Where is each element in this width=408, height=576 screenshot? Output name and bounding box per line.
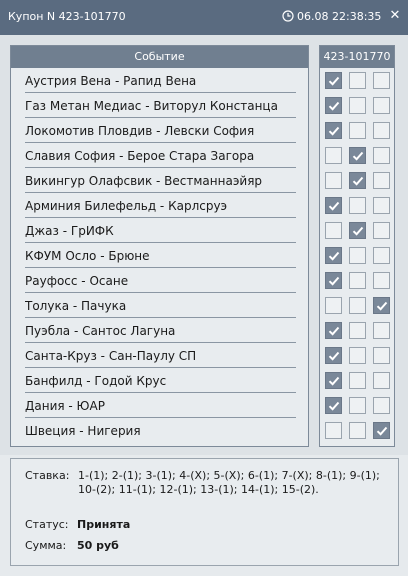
clock-icon — [282, 10, 294, 22]
checkbox-checked[interactable] — [325, 347, 342, 364]
checkbox[interactable] — [373, 372, 390, 389]
checkbox[interactable] — [373, 72, 390, 89]
coupon-row — [320, 243, 394, 268]
coupon-row — [320, 343, 394, 368]
coupon-row — [320, 68, 394, 93]
coupon-row — [320, 418, 394, 443]
event-row: Газ Метан Медиас - Виторул Констанца — [25, 93, 296, 118]
coupon-row — [320, 93, 394, 118]
checkbox[interactable] — [373, 222, 390, 239]
datetime-label: 06.08 22:38:35 — [297, 10, 382, 23]
checkbox-checked[interactable] — [325, 72, 342, 89]
checkbox[interactable] — [373, 247, 390, 264]
event-row: Банфилд - Годой Крус — [25, 368, 296, 393]
checkbox[interactable] — [373, 147, 390, 164]
coupon-row — [320, 393, 394, 418]
checkbox-checked[interactable] — [325, 372, 342, 389]
checkbox-checked[interactable] — [325, 197, 342, 214]
events-list: Аустрия Вена - Рапид Вена Газ Метан Медиа… — [11, 68, 308, 443]
checkbox[interactable] — [373, 347, 390, 364]
checkbox[interactable] — [373, 397, 390, 414]
stake-label: Ставка: — [25, 469, 70, 482]
event-row: Рауфосс - Осане — [25, 268, 296, 293]
checkbox-checked[interactable] — [373, 297, 390, 314]
coupon-row — [320, 293, 394, 318]
checkbox[interactable] — [349, 372, 366, 389]
checkbox-checked[interactable] — [373, 422, 390, 439]
checkbox[interactable] — [325, 172, 342, 189]
sum-value: 50 руб — [77, 539, 119, 552]
checkbox[interactable] — [373, 172, 390, 189]
checkbox-checked[interactable] — [349, 222, 366, 239]
stake-text: 1-(1); 2-(1); 3-(1); 4-(X); 5-(X); 6-(1)… — [78, 469, 380, 496]
coupon-row — [320, 168, 394, 193]
checkbox-checked[interactable] — [325, 122, 342, 139]
checkbox-checked[interactable] — [325, 397, 342, 414]
events-panel: Событие Аустрия Вена - Рапид Вена Газ Мет… — [10, 45, 309, 447]
checkbox-checked[interactable] — [349, 147, 366, 164]
checkbox[interactable] — [349, 272, 366, 289]
close-icon[interactable]: ✕ — [388, 9, 402, 23]
coupon-row — [320, 218, 394, 243]
events-header: Событие — [11, 46, 308, 68]
coupon-panel: 423-101770 — [319, 45, 395, 447]
checkbox[interactable] — [373, 197, 390, 214]
checkbox[interactable] — [349, 97, 366, 114]
checkbox[interactable] — [349, 197, 366, 214]
event-row: Дания - ЮАР — [25, 393, 296, 418]
checkbox-checked[interactable] — [325, 272, 342, 289]
checkbox[interactable] — [325, 147, 342, 164]
event-row: Швеция - Нигерия — [25, 424, 141, 438]
event-row: Арминия Билефельд - Карлсруэ — [25, 193, 296, 218]
checkbox[interactable] — [349, 347, 366, 364]
checkbox[interactable] — [373, 97, 390, 114]
event-row: Локомотив Пловдив - Левски София — [25, 118, 296, 143]
event-row: Викингур Олафсвик - Вестманнаэйяр — [25, 168, 296, 193]
event-row: Аустрия Вена - Рапид Вена — [25, 68, 296, 93]
event-row: КФУМ Осло - Брюне — [25, 243, 296, 268]
coupon-row — [320, 193, 394, 218]
checkbox[interactable] — [325, 422, 342, 439]
checkbox-checked[interactable] — [349, 172, 366, 189]
coupon-row — [320, 118, 394, 143]
checkbox[interactable] — [349, 247, 366, 264]
coupon-row — [320, 368, 394, 393]
coupon-row — [320, 143, 394, 168]
checkbox-checked[interactable] — [325, 97, 342, 114]
checkbox[interactable] — [373, 322, 390, 339]
event-row: Толука - Пачука — [25, 293, 296, 318]
checkbox[interactable] — [349, 72, 366, 89]
event-row: Пуэбла - Сантос Лагуна — [25, 318, 296, 343]
checkbox[interactable] — [349, 422, 366, 439]
event-row: Славия София - Берое Стара Загора — [25, 143, 296, 168]
sum-label: Сумма: — [25, 539, 67, 552]
checkbox[interactable] — [349, 397, 366, 414]
window-titlebar: Купон N 423-101770 06.08 22:38:35 ✕ — [0, 0, 408, 35]
checkbox[interactable] — [349, 122, 366, 139]
checkbox-checked[interactable] — [325, 247, 342, 264]
checkbox[interactable] — [373, 272, 390, 289]
coupon-row — [320, 268, 394, 293]
coupon-header: 423-101770 — [320, 46, 394, 68]
checkbox[interactable] — [325, 222, 342, 239]
coupon-row — [320, 318, 394, 343]
status-label: Статус: — [25, 518, 69, 531]
status-value: Принята — [77, 518, 131, 531]
event-row: Санта-Круз - Сан-Паулу СП — [25, 343, 296, 368]
checkbox[interactable] — [325, 297, 342, 314]
checkbox[interactable] — [373, 122, 390, 139]
event-row: Джаз - ГрИФК — [25, 218, 296, 243]
checkbox[interactable] — [349, 297, 366, 314]
checkbox[interactable] — [349, 322, 366, 339]
summary-panel: Ставка: 1-(1); 2-(1); 3-(1); 4-(X); 5-(X… — [10, 458, 399, 566]
coupon-grid — [320, 68, 394, 443]
window-title: Купон N 423-101770 — [8, 10, 126, 23]
checkbox-checked[interactable] — [325, 322, 342, 339]
